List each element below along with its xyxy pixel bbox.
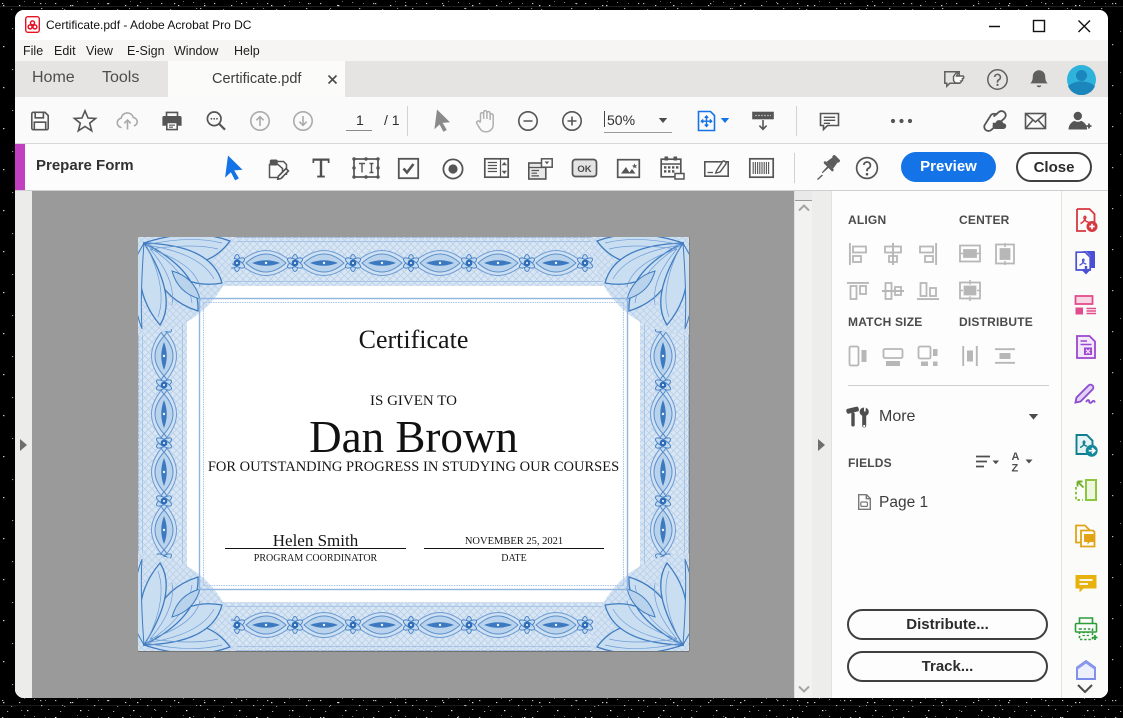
svg-text:OK: OK — [577, 164, 591, 175]
svg-text:A: A — [1012, 451, 1020, 463]
svg-text:Z: Z — [1012, 463, 1019, 474]
